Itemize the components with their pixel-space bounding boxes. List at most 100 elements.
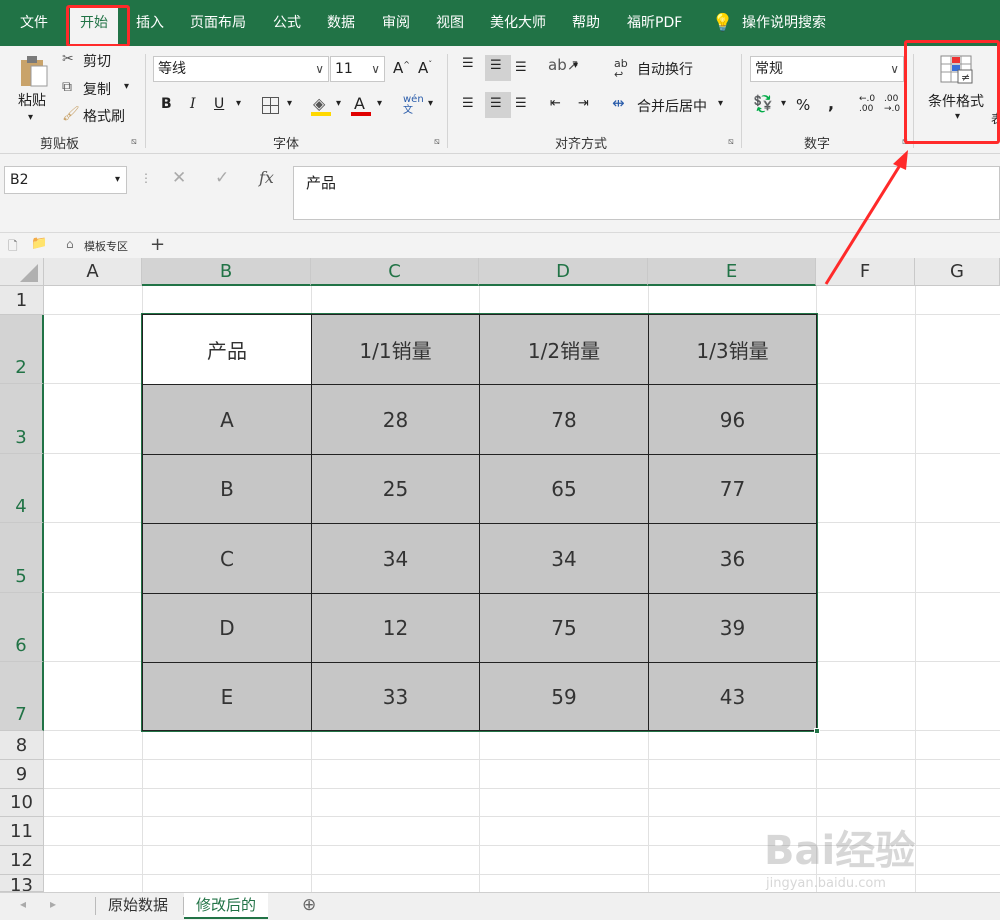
- copy-dropdown-icon[interactable]: ▾: [124, 81, 129, 92]
- font-color-dropdown-icon[interactable]: ▾: [377, 98, 382, 109]
- align-left-icon[interactable]: ☰: [462, 96, 474, 111]
- row-header[interactable]: 8: [0, 731, 44, 760]
- increase-indent-icon[interactable]: ⇥: [578, 96, 589, 111]
- fill-color-swatch: [311, 112, 331, 116]
- sheet-tab[interactable]: 原始数据: [96, 893, 180, 919]
- template-tab[interactable]: 模板专区: [84, 238, 128, 254]
- percent-button[interactable]: %: [796, 96, 810, 114]
- add-sheet-icon[interactable]: ⊕: [302, 895, 316, 915]
- number-format-select[interactable]: 常规 ∨: [750, 56, 904, 82]
- paste-dropdown-icon[interactable]: ▾: [28, 112, 33, 123]
- prev-sheet-icon[interactable]: ◂: [20, 897, 26, 911]
- column-header[interactable]: D: [479, 258, 648, 286]
- font-launcher-icon[interactable]: ⧅: [434, 137, 440, 147]
- column-header[interactable]: G: [915, 258, 1000, 286]
- orientation-dropdown-icon[interactable]: ▾: [573, 60, 578, 71]
- row-header[interactable]: 13: [0, 875, 44, 892]
- align-right-icon[interactable]: ☰: [515, 96, 527, 111]
- tab-page-layout[interactable]: 页面布局: [190, 0, 246, 46]
- borders-icon[interactable]: [262, 97, 279, 114]
- font-color-icon[interactable]: A: [354, 94, 365, 113]
- row-header[interactable]: 7: [0, 662, 44, 731]
- row-header[interactable]: 6: [0, 593, 44, 662]
- align-middle-icon[interactable]: ☰: [490, 58, 502, 73]
- phonetic-icon[interactable]: wén 文: [403, 94, 424, 116]
- tab-foxit-pdf[interactable]: 福昕PDF: [627, 0, 682, 46]
- borders-dropdown-icon[interactable]: ▾: [287, 98, 292, 109]
- decrease-decimal-icon[interactable]: .00 →.0: [884, 94, 900, 114]
- align-center-icon[interactable]: ☰: [490, 96, 502, 111]
- next-sheet-icon[interactable]: ▸: [50, 897, 56, 911]
- font-color-swatch: [351, 112, 371, 116]
- tab-data[interactable]: 数据: [327, 0, 355, 46]
- tab-view[interactable]: 视图: [436, 0, 464, 46]
- cut-button[interactable]: 剪切: [83, 51, 111, 71]
- copy-button[interactable]: 复制: [83, 79, 111, 99]
- row-header[interactable]: 4: [0, 454, 44, 523]
- italic-button[interactable]: I: [190, 96, 196, 112]
- alignment-launcher-icon[interactable]: ⧅: [728, 137, 734, 147]
- phonetic-dropdown-icon[interactable]: ▾: [428, 98, 433, 109]
- add-tab-icon[interactable]: +: [150, 234, 165, 255]
- align-bottom-icon[interactable]: ☰: [515, 60, 527, 75]
- font-size-select[interactable]: 11 ∨: [330, 56, 385, 82]
- column-header[interactable]: B: [142, 258, 311, 286]
- row-header[interactable]: 9: [0, 760, 44, 789]
- row-header[interactable]: 12: [0, 846, 44, 875]
- new-file-icon[interactable]: 🗋: [8, 237, 18, 258]
- wrap-text-button[interactable]: 自动换行: [637, 59, 693, 79]
- merge-dropdown-icon[interactable]: ▾: [718, 98, 723, 109]
- paste-icon[interactable]: [18, 54, 48, 88]
- chevron-down-icon[interactable]: ▾: [115, 167, 120, 193]
- align-top-icon[interactable]: ☰: [462, 56, 474, 71]
- bold-button[interactable]: B: [161, 96, 172, 112]
- row-header[interactable]: 3: [0, 384, 44, 454]
- fill-handle[interactable]: [814, 728, 820, 734]
- currency-dropdown-icon[interactable]: ▾: [781, 98, 786, 109]
- tab-beautify[interactable]: 美化大师: [490, 0, 546, 46]
- underline-dropdown-icon[interactable]: ▾: [236, 98, 241, 109]
- column-header[interactable]: F: [816, 258, 915, 286]
- clipboard-launcher-icon[interactable]: ⧅: [131, 137, 137, 147]
- select-all-corner[interactable]: [0, 258, 44, 286]
- insert-function-button[interactable]: fx: [259, 168, 274, 187]
- tab-review[interactable]: 审阅: [382, 0, 410, 46]
- tab-formulas[interactable]: 公式: [273, 0, 301, 46]
- formula-input[interactable]: 产品: [293, 166, 1000, 220]
- chevron-down-icon: ∨: [371, 62, 380, 76]
- baidu-watermark: Bai经验: [764, 828, 916, 874]
- currency-icon[interactable]: 💱: [753, 94, 773, 113]
- increase-decimal-icon[interactable]: ←.0.00: [859, 94, 875, 114]
- copy-icon: ⧉: [62, 79, 72, 95]
- paste-button[interactable]: 粘贴: [18, 90, 46, 110]
- decrease-indent-icon[interactable]: ⇤: [550, 96, 561, 111]
- font-name-select[interactable]: 等线 ∨: [153, 56, 329, 82]
- fill-dropdown-icon[interactable]: ▾: [336, 98, 341, 109]
- row-header[interactable]: 2: [0, 315, 44, 384]
- underline-button[interactable]: U: [214, 96, 224, 112]
- row-header[interactable]: 10: [0, 789, 44, 817]
- name-box[interactable]: B2 ▾: [4, 166, 127, 194]
- column-header[interactable]: C: [311, 258, 479, 286]
- cancel-icon[interactable]: ✕: [172, 168, 186, 188]
- decrease-font-icon[interactable]: Aˇ: [418, 59, 432, 77]
- increase-font-icon[interactable]: A^: [393, 59, 410, 77]
- search-tell-me[interactable]: 操作说明搜索: [742, 0, 826, 46]
- chevron-down-icon: ∨: [315, 62, 324, 76]
- enter-icon[interactable]: ✓: [215, 168, 229, 188]
- fill-color-icon[interactable]: ◈: [313, 94, 325, 113]
- row-header[interactable]: 1: [0, 286, 44, 315]
- comma-button[interactable]: ,: [828, 94, 834, 113]
- sheet-tab-active[interactable]: 修改后的: [184, 893, 269, 919]
- column-header[interactable]: E: [648, 258, 816, 286]
- merge-center-button[interactable]: 合并后居中: [637, 96, 707, 116]
- home-tab-highlight: [66, 5, 130, 47]
- format-painter-button[interactable]: 格式刷: [83, 106, 125, 126]
- row-header[interactable]: 5: [0, 523, 44, 593]
- column-header[interactable]: A: [44, 258, 142, 286]
- folder-icon[interactable]: 📁: [31, 236, 47, 251]
- tab-file[interactable]: 文件: [20, 0, 48, 46]
- tab-insert[interactable]: 插入: [136, 0, 164, 46]
- tab-help[interactable]: 帮助: [572, 0, 600, 46]
- row-header[interactable]: 11: [0, 817, 44, 846]
